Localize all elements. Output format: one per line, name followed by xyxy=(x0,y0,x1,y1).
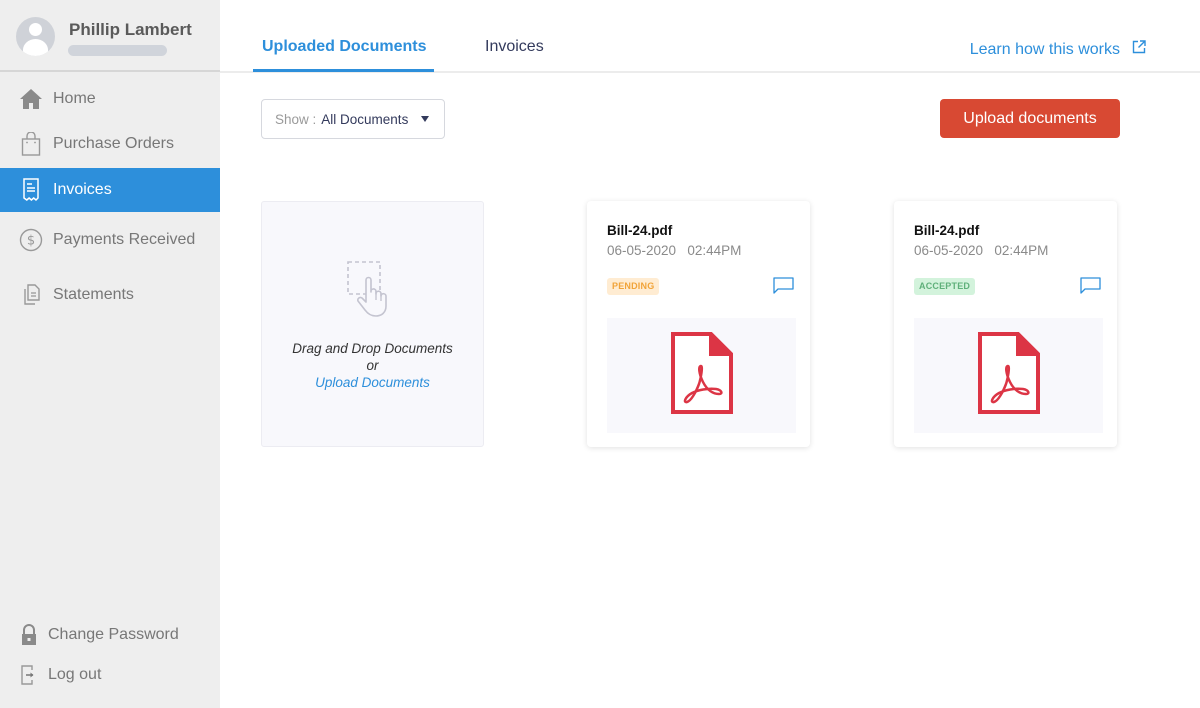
home-icon xyxy=(19,87,43,111)
sidebar-item-home[interactable]: Home xyxy=(0,77,220,121)
document-filter-dropdown[interactable]: Show : All Documents xyxy=(261,99,445,139)
sidebar-item-statements[interactable]: Statements xyxy=(0,273,220,317)
comment-icon[interactable] xyxy=(773,277,794,299)
shopping-bag-icon xyxy=(19,132,43,156)
dropzone-instruction: Drag and Drop Documents xyxy=(292,341,453,356)
svg-text:$: $ xyxy=(27,234,35,249)
document-date: 06-05-2020 xyxy=(607,243,677,258)
sidebar-item-log-out[interactable]: Log out xyxy=(0,653,220,697)
document-filename: Bill-24.pdf xyxy=(914,223,980,238)
dropzone-upload-link[interactable]: Upload Documents xyxy=(262,375,483,390)
comment-icon[interactable] xyxy=(1080,277,1101,299)
sidebar-item-label: Statements xyxy=(53,286,134,303)
drag-hand-icon xyxy=(346,260,400,323)
sidebar-item-label: Change Password xyxy=(48,626,179,643)
status-badge: PENDING xyxy=(607,278,660,295)
documents-icon xyxy=(19,283,43,307)
document-time: 02:44PM xyxy=(994,243,1049,258)
document-date: 06-05-2020 xyxy=(914,243,984,258)
status-badge: ACCEPTED xyxy=(914,278,976,295)
user-profile: Phillip Lambert xyxy=(0,0,220,72)
filter-value: All Documents xyxy=(321,111,409,127)
learn-how-label: Learn how this works xyxy=(969,40,1120,58)
avatar xyxy=(16,17,55,56)
document-datetime: 06-05-2020 02:44PM xyxy=(914,243,1048,258)
sidebar-item-label: Payments Received xyxy=(53,231,196,248)
external-link-icon xyxy=(1132,40,1146,59)
sidebar-item-label: Home xyxy=(53,90,96,107)
pdf-file-icon xyxy=(670,332,733,419)
document-time: 02:44PM xyxy=(687,243,742,258)
tab-uploaded-documents[interactable]: Uploaded Documents xyxy=(262,38,426,56)
active-tab-indicator xyxy=(253,69,434,72)
pdf-file-icon xyxy=(977,332,1040,419)
lock-icon xyxy=(17,623,41,647)
learn-how-link[interactable]: Learn how this works xyxy=(970,40,1146,59)
caret-down-icon xyxy=(421,116,429,122)
sidebar-item-invoices[interactable]: Invoices xyxy=(0,168,220,212)
dropzone-or: or xyxy=(366,358,379,373)
sidebar-item-label: Log out xyxy=(48,666,102,683)
sidebar-item-label: Purchase Orders xyxy=(53,135,174,152)
tab-invoices[interactable]: Invoices xyxy=(485,38,544,56)
drag-drop-zone[interactable]: Drag and Drop Documents or Upload Docume… xyxy=(261,201,484,447)
user-subtitle-placeholder xyxy=(68,45,167,56)
sidebar: Phillip Lambert Home Purchase Orders Inv… xyxy=(0,0,220,708)
tab-bar: Uploaded Documents Invoices Learn how th… xyxy=(220,0,1200,73)
receipt-icon xyxy=(19,178,43,202)
sidebar-item-payments-received[interactable]: $ Payments Received xyxy=(0,218,220,262)
user-name: Phillip Lambert xyxy=(69,20,192,39)
sidebar-item-change-password[interactable]: Change Password xyxy=(0,613,220,657)
document-datetime: 06-05-2020 02:44PM xyxy=(607,243,741,258)
filter-prefix: Show : xyxy=(275,111,317,127)
upload-documents-button[interactable]: Upload documents xyxy=(940,99,1120,138)
document-filename: Bill-24.pdf xyxy=(607,223,673,238)
document-preview[interactable] xyxy=(914,318,1103,433)
sidebar-item-purchase-orders[interactable]: Purchase Orders xyxy=(0,122,220,166)
logout-icon xyxy=(17,663,41,687)
dollar-circle-icon: $ xyxy=(19,228,43,252)
document-card[interactable]: Bill-24.pdf 06-05-2020 02:44PM PENDING xyxy=(587,201,810,447)
document-preview[interactable] xyxy=(607,318,796,433)
document-card[interactable]: Bill-24.pdf 06-05-2020 02:44PM ACCEPTED xyxy=(894,201,1117,447)
sidebar-item-label: Invoices xyxy=(53,181,112,198)
